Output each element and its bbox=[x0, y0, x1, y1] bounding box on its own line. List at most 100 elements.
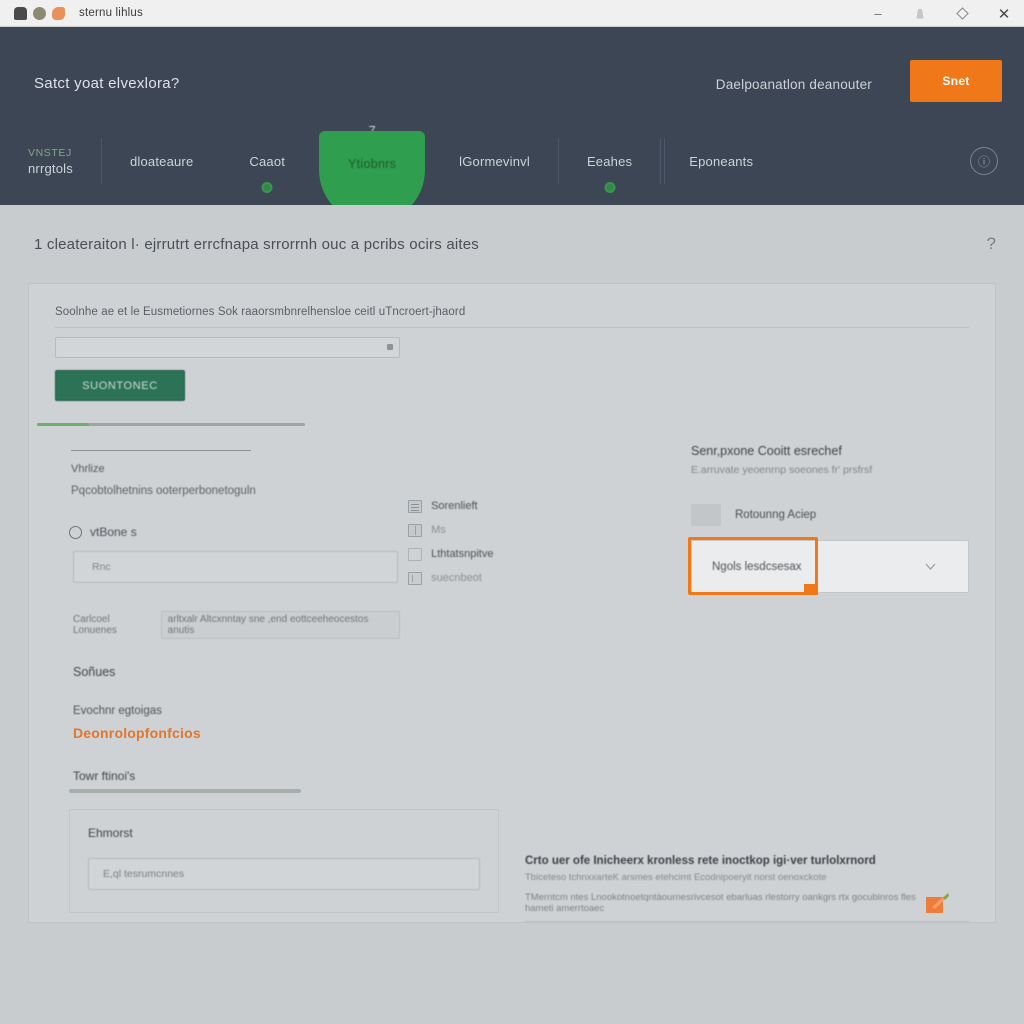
left-text-input[interactable]: Rnc bbox=[73, 551, 398, 583]
selector-input[interactable] bbox=[55, 337, 400, 358]
header-title: Satct yoat elvexlora? bbox=[34, 75, 180, 92]
chevron-down-icon bbox=[925, 563, 936, 570]
nav-item-caaot[interactable]: Caaot bbox=[221, 117, 313, 205]
panel-icon bbox=[408, 571, 423, 585]
app-header: Satct yoat elvexlora? Daelpoanatlon dean… bbox=[0, 27, 1024, 205]
nav-item-label: Caaot bbox=[249, 153, 286, 169]
titlebar-icon-group bbox=[14, 6, 65, 20]
columns-region: Vhrlize Pqcobtolhetnins ooterperbonetogu… bbox=[29, 426, 995, 793]
list-item-label: Sorenlieft bbox=[431, 500, 478, 512]
selector-row bbox=[55, 337, 400, 358]
mid-column: Sorenlieft Ms Lthtatsnpitve suecnbeot bbox=[400, 444, 691, 793]
section-subheading: Evochnr egtoigas bbox=[73, 705, 162, 717]
list-item[interactable]: Sorenlieft bbox=[408, 494, 691, 518]
header-nav: VNSTEJ nrrgtols dloateaure Caaot 7 Ytiob… bbox=[0, 117, 1024, 205]
radio-label: vtBone s bbox=[90, 525, 137, 539]
selector-submit-button[interactable]: SUONTONEC bbox=[55, 370, 185, 401]
nav-item-active-ytiobnrs[interactable]: 7 Ytiobnrs bbox=[319, 117, 426, 205]
help-icon[interactable]: ? bbox=[987, 234, 996, 254]
nav-item-label: dloateaure bbox=[129, 153, 194, 169]
caret-down-icon[interactable] bbox=[387, 344, 393, 350]
right-column-title: Senr,pxone Cooitt esrechef bbox=[691, 444, 842, 458]
minimize-button[interactable]: – bbox=[858, 0, 898, 27]
hint-prefix: Carlcoel Lonuenes bbox=[73, 614, 117, 636]
footer-column: Crto uer ofe Inicheerx kronless rete ino… bbox=[511, 809, 969, 922]
main-card: Soolnhe ae et le Eusmetiornes Sok raaors… bbox=[28, 283, 996, 923]
progress-bar-fill bbox=[37, 423, 89, 426]
page-body: 1 cleateraiton l· ejrrutrt errcfnapa srr… bbox=[0, 205, 1024, 923]
restore-icon[interactable] bbox=[900, 0, 940, 27]
window-titlebar: sternu lihlus – ✕ bbox=[0, 0, 1024, 27]
footer-line-1: Tbiceteso tchnxxarteK arsmes etehcimt Ec… bbox=[525, 872, 827, 883]
right-column: Senr,pxone Cooitt esrechef E.arruvate ye… bbox=[688, 444, 969, 793]
close-button[interactable]: ✕ bbox=[984, 0, 1024, 27]
progress-bar bbox=[37, 423, 305, 426]
bottom-region: Ehmorst E,ql tesrumcnnes Crto uer ofe In… bbox=[29, 793, 995, 922]
status-dot-icon bbox=[33, 6, 46, 20]
edit-pencil-icon[interactable] bbox=[925, 893, 951, 916]
app-window: sternu lihlus – ✕ Satct yoat elvexlora? … bbox=[0, 0, 1024, 1024]
profile-icon bbox=[52, 6, 65, 20]
notes-input[interactable]: E,ql tesrumcnnes bbox=[88, 858, 480, 890]
right-dropdown-value: Ngols lesdcsesax bbox=[712, 560, 802, 573]
info-icon[interactable]: ⓘ bbox=[970, 147, 998, 175]
selector-label: Soolnhe ae et le Eusmetiornes Sok raaors… bbox=[55, 306, 969, 328]
left-mini-label: Vhrlize bbox=[71, 463, 105, 475]
right-column-subtitle: E.arruvate yeoenrnp soeones fr' prsfrsf bbox=[691, 464, 873, 476]
nav-status-dot-icon bbox=[261, 182, 273, 193]
nav-item-label: Eponeants bbox=[689, 153, 754, 169]
nav-status-dot-icon bbox=[604, 182, 616, 193]
footer-line-2: TMerntcm ntes Lnookotnoetqntàournesrivce… bbox=[525, 892, 969, 922]
page-header: 1 cleateraiton l· ejrrutrt errcfnapa srr… bbox=[0, 205, 1024, 283]
notes-title: Ehmorst bbox=[88, 826, 133, 840]
color-swatch bbox=[691, 504, 721, 526]
book-icon bbox=[408, 523, 423, 537]
right-dropdown[interactable]: Ngols lesdcsesax bbox=[688, 537, 969, 595]
selector-block: Soolnhe ae et le Eusmetiornes Sok raaors… bbox=[29, 284, 995, 401]
nav-active-label: Ytiobnrs bbox=[347, 157, 397, 171]
checkbox-icon[interactable] bbox=[408, 547, 423, 561]
nav-item-nrrgtols[interactable]: VNSTEJ nrrgtols bbox=[0, 117, 101, 205]
left-column: Vhrlize Pqcobtolhetnins ooterperbonetogu… bbox=[51, 444, 401, 793]
nav-item-eponeants[interactable]: Eponeants bbox=[661, 117, 781, 205]
option-radio-row[interactable]: vtBone s bbox=[69, 525, 400, 539]
nav-item-eyebrow: VNSTEJ bbox=[28, 146, 72, 159]
page-title: 1 cleateraiton l· ejrrutrt errcfnapa srr… bbox=[34, 235, 480, 253]
section-heading-2: Towr ftinoi's bbox=[73, 769, 136, 783]
option-list: Sorenlieft Ms Lthtatsnpitve suecnbeot bbox=[408, 494, 691, 590]
list-item[interactable]: Lthtatsnpitve bbox=[408, 542, 691, 566]
app-icon bbox=[14, 6, 27, 20]
header-cta-button[interactable]: Snet bbox=[910, 60, 1002, 102]
list-item[interactable]: suecnbeot bbox=[408, 566, 691, 590]
divider bbox=[71, 450, 251, 451]
maximize-button[interactable] bbox=[942, 0, 982, 27]
header-top-row: Satct yoat elvexlora? Daelpoanatlon dean… bbox=[0, 27, 1024, 117]
window-title: sternu lihlus bbox=[79, 7, 143, 19]
left-mini-sub: Pqcobtolhetnins ooterperbonetoguln bbox=[71, 485, 256, 497]
list-item[interactable]: Ms bbox=[408, 518, 691, 542]
list-item-label: Ms bbox=[431, 524, 446, 536]
nav-item-label: lGormevinvl bbox=[459, 153, 530, 169]
radio-icon[interactable] bbox=[69, 525, 82, 539]
nav-item-eeahes[interactable]: Eeahes bbox=[559, 117, 660, 205]
nav-item-label: Eeahes bbox=[586, 153, 633, 169]
notes-card: Ehmorst E,ql tesrumcnnes bbox=[69, 809, 499, 913]
diamond-icon bbox=[955, 7, 969, 20]
list-icon bbox=[408, 499, 423, 513]
swatch-label: Rotounng Aciep bbox=[735, 509, 817, 521]
hint-box: arltxalr Altcxnntay sne ,end eottceeheoc… bbox=[160, 611, 401, 639]
swatch-row: Rotounng Aciep bbox=[691, 504, 969, 526]
section-link[interactable]: Deonrolopfonfcios bbox=[73, 725, 400, 741]
nav-item-label: nrrgtols bbox=[28, 160, 73, 176]
window-controls: – ✕ bbox=[858, 0, 1024, 27]
nav-item-lgormevinvl[interactable]: lGormevinvl bbox=[431, 117, 558, 205]
notes-column: Ehmorst E,ql tesrumcnnes bbox=[51, 809, 511, 922]
section-underline bbox=[69, 789, 301, 793]
nav-item-dloateaure[interactable]: dloateaure bbox=[102, 117, 221, 205]
list-item-label: Lthtatsnpitve bbox=[431, 548, 494, 560]
footer-title: Crto uer ofe Inicheerx kronless rete ino… bbox=[525, 855, 876, 867]
section-heading: Soñues bbox=[73, 665, 116, 679]
hint-row: Carlcoel Lonuenes arltxalr Altcxnntay sn… bbox=[73, 611, 401, 639]
list-item-label: suecnbeot bbox=[431, 572, 482, 584]
header-note: Daelpoanatlon deanouter bbox=[715, 77, 872, 92]
